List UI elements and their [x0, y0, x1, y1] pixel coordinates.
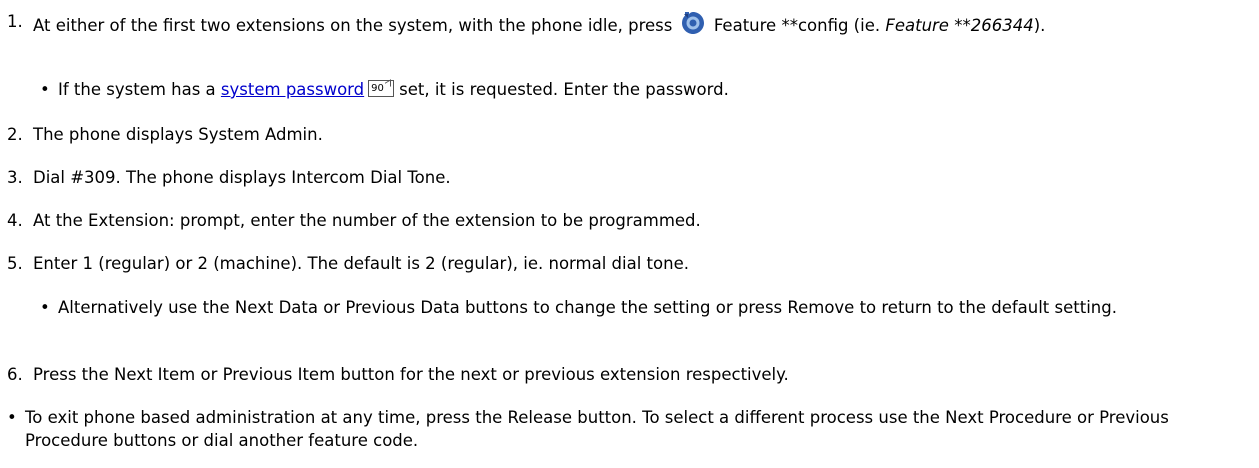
step-1-suffix: ). [1033, 16, 1046, 35]
bullet-dot: • [7, 408, 17, 427]
step-text: The phone displays System Admin. [33, 125, 323, 144]
bullet-text: Alternatively use the Next Data or Previ… [58, 298, 1117, 317]
step-text: Dial #309. The phone displays Intercom D… [33, 168, 451, 187]
feature-code: Feature **266344 [885, 16, 1034, 35]
feature-key-icon [681, 12, 704, 34]
page-corner-icon [384, 79, 391, 90]
step-5-bullet: • Alternatively use the Next Data or Pre… [40, 296, 1252, 319]
page-reference-badge[interactable]: 90 [368, 79, 394, 97]
exit-note-bullet: • To exit phone based administration at … [7, 406, 1252, 452]
step-5: 5. Enter 1 (regular) or 2 (machine). The… [7, 252, 1252, 275]
step-number: 6. [7, 365, 23, 384]
bullet-prefix: If the system has a [58, 80, 216, 99]
step-1-bullet: • If the system has a system password 90 … [40, 78, 1252, 101]
bullet-suffix: set, it is requested. Enter the password… [399, 80, 729, 99]
step-1-after-icon: Feature **config (ie. [713, 16, 881, 35]
step-3: 3. Dial #309. The phone displays Interco… [7, 166, 1252, 189]
step-text: Enter 1 (regular) or 2 (machine). The de… [33, 254, 689, 273]
step-1: 1. At either of the first two extensions… [7, 10, 1252, 37]
step-number: 4. [7, 211, 23, 230]
step-number: 3. [7, 168, 23, 187]
step-number: 5. [7, 254, 23, 273]
step-2: 2. The phone displays System Admin. [7, 123, 1252, 146]
bullet-text: To exit phone based administration at an… [25, 408, 1169, 450]
bullet-dot: • [40, 298, 50, 317]
step-1-prefix: At either of the first two extensions on… [33, 16, 673, 35]
step-4: 4. At the Extension: prompt, enter the n… [7, 209, 1252, 232]
step-text: Press the Next Item or Previous Item but… [33, 365, 789, 384]
system-password-link[interactable]: system password [221, 80, 364, 99]
step-text: At the Extension: prompt, enter the numb… [33, 211, 701, 230]
step-6: 6. Press the Next Item or Previous Item … [7, 363, 1252, 386]
bullet-dot: • [40, 80, 50, 99]
procedure-page: 1. At either of the first two extensions… [0, 0, 1259, 468]
step-number: 2. [7, 125, 23, 144]
step-number: 1. [7, 12, 23, 31]
step-text: At either of the first two extensions on… [33, 10, 1252, 37]
